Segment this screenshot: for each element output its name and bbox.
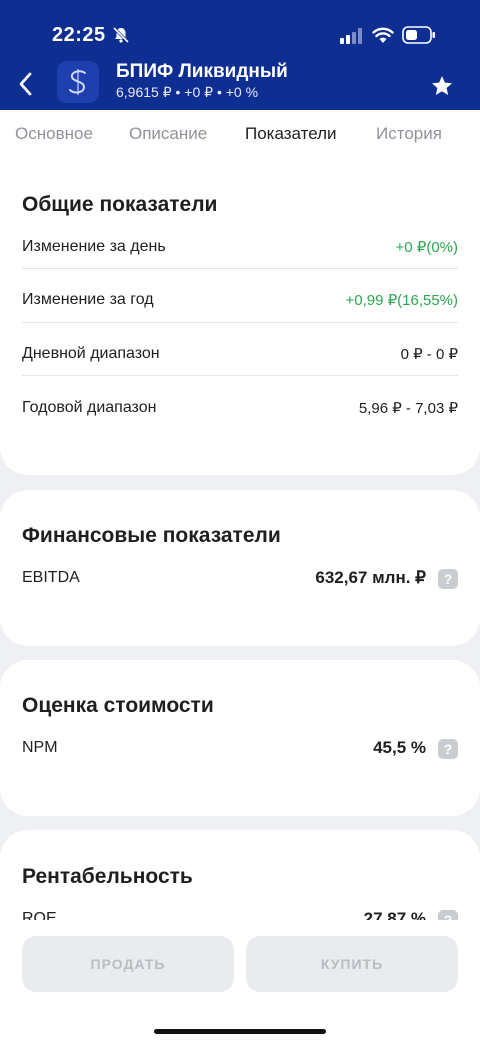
cellular-signal-icon bbox=[340, 28, 362, 44]
back-arrow-icon[interactable] bbox=[16, 70, 36, 98]
tab-indicators[interactable]: Показатели bbox=[245, 124, 337, 144]
list-item: NPM 45,5 % ? bbox=[22, 738, 458, 763]
row-label: Изменение за день bbox=[22, 238, 166, 255]
fund-title: БПИФ Ликвидный bbox=[116, 61, 288, 82]
valuation-card: Оценка стоимости NPM 45,5 % ? bbox=[0, 660, 480, 816]
financial-indicators-card: Финансовые показатели EBITDA 632,67 млн.… bbox=[0, 490, 480, 646]
favorite-star-icon[interactable] bbox=[430, 74, 454, 98]
row-label: Дневной диапазон bbox=[22, 345, 160, 362]
row-value: +0,99 ₽(16,55%) bbox=[345, 292, 458, 309]
row-value: 5,96 ₽ - 7,03 ₽ bbox=[358, 400, 458, 417]
fund-logo-icon bbox=[69, 69, 86, 95]
financial-indicators-title: Финансовые показатели bbox=[22, 524, 281, 547]
buy-button[interactable]: КУПИТЬ bbox=[246, 936, 458, 992]
list-item: Изменение за день +0 ₽(0%) bbox=[22, 238, 458, 290]
row-label: Годовой диапазон bbox=[22, 399, 157, 416]
app-header: 22:25 БПИФ Ликвидный 6,9615 ₽ • +0 ₽ • +… bbox=[0, 0, 480, 110]
status-bar: 22:25 bbox=[0, 0, 480, 58]
divider bbox=[22, 322, 458, 323]
status-time: 22:25 bbox=[52, 24, 106, 46]
fund-price-summary: 6,9615 ₽ • +0 ₽ • +0 % bbox=[116, 84, 259, 100]
fund-logo bbox=[57, 61, 99, 103]
divider bbox=[22, 268, 458, 269]
bottom-action-bar: ПРОДАТЬ КУПИТЬ bbox=[0, 920, 480, 1043]
list-item: Дневной диапазон 0 ₽ - 0 ₽ bbox=[22, 345, 458, 397]
sell-button[interactable]: ПРОДАТЬ bbox=[22, 936, 234, 992]
tab-basic[interactable]: Основное bbox=[15, 124, 93, 144]
wifi-icon bbox=[372, 27, 394, 43]
battery-icon bbox=[402, 26, 435, 44]
divider bbox=[22, 375, 458, 376]
row-label: NPM bbox=[22, 739, 58, 756]
general-indicators-card: Общие показатели Изменение за день +0 ₽(… bbox=[0, 150, 480, 475]
row-value: 632,67 млн. ₽ bbox=[315, 568, 426, 587]
bell-off-icon bbox=[112, 26, 130, 44]
list-item: Изменение за год +0,99 ₽(16,55%) bbox=[22, 291, 458, 343]
row-value: 45,5 % bbox=[373, 738, 426, 757]
list-item: Годовой диапазон 5,96 ₽ - 7,03 ₽ bbox=[22, 399, 458, 451]
help-icon[interactable]: ? bbox=[438, 569, 458, 589]
row-label: EBITDA bbox=[22, 569, 80, 586]
valuation-title: Оценка стоимости bbox=[22, 694, 214, 717]
row-value: +0 ₽(0%) bbox=[395, 239, 458, 256]
general-indicators-title: Общие показатели bbox=[22, 193, 218, 216]
row-label: Изменение за год bbox=[22, 291, 154, 308]
help-icon[interactable]: ? bbox=[438, 739, 458, 759]
list-item: EBITDA 632,67 млн. ₽ ? bbox=[22, 568, 458, 593]
row-value: 0 ₽ - 0 ₽ bbox=[400, 346, 458, 363]
profitability-title: Рентабельность bbox=[22, 865, 193, 888]
home-indicator[interactable] bbox=[154, 1029, 326, 1034]
tab-history[interactable]: История bbox=[376, 124, 442, 144]
tab-description[interactable]: Описание bbox=[129, 124, 207, 144]
